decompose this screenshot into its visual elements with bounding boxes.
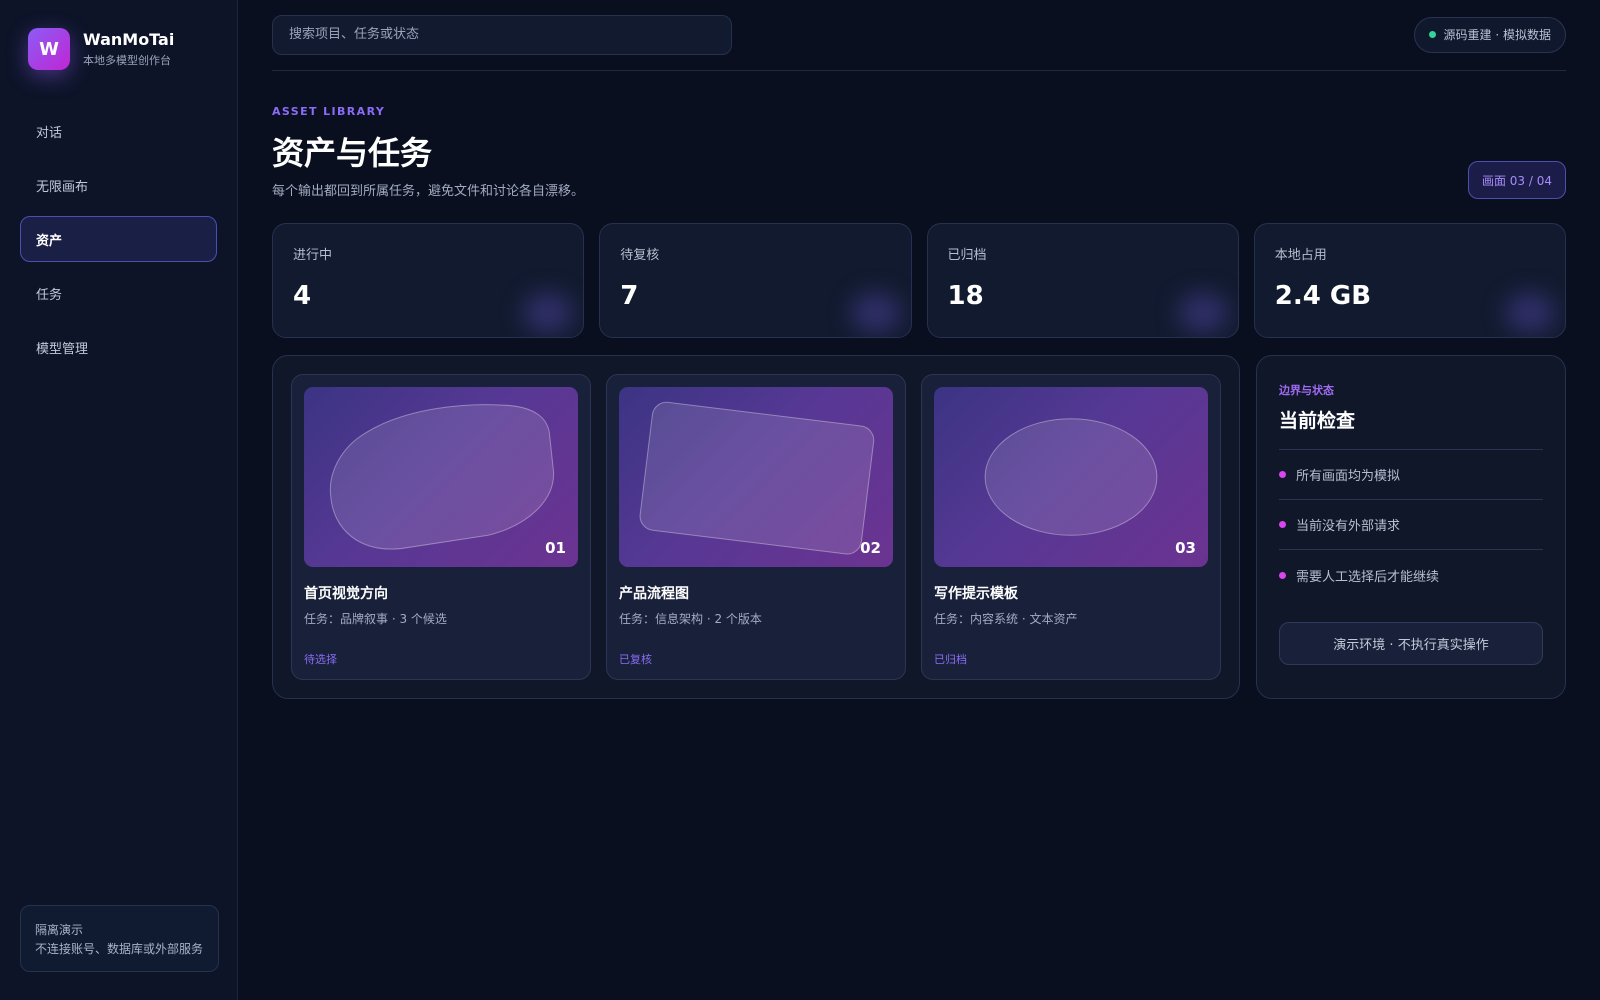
stat-card-local-storage: 本地占用 2.4 GB	[1253, 223, 1566, 338]
stats-row: 进行中 4 待复核 7 已归档 18 本地占用 2.4 GB	[272, 223, 1566, 338]
search-input[interactable]	[272, 14, 732, 55]
check-item-text: 当前没有外部请求	[1296, 519, 1401, 534]
asset-title: 写作提示模板	[934, 586, 1018, 602]
stat-card-pending-review: 待复核 7	[599, 223, 912, 338]
asset-number: 03	[1175, 539, 1196, 557]
asset-card[interactable]: 02 产品流程图 任务：信息架构 · 2 个版本 已复核	[606, 374, 906, 680]
asset-status-tag: 待选择	[304, 653, 337, 666]
brand-subtitle: 本地多模型创作台	[83, 54, 171, 67]
asset-title: 产品流程图	[619, 586, 689, 602]
bullet-dot-icon	[1279, 521, 1286, 528]
asset-thumbnail: 02	[619, 387, 893, 567]
brand-text: WanMoTai 本地多模型创作台	[83, 30, 174, 68]
title-block: 资产与任务 每个输出都回到所属任务，避免文件和讨论各自漂移。	[272, 118, 584, 199]
bullet-dot-icon	[1279, 571, 1286, 579]
sidebar-item-label: 对话	[36, 125, 63, 141]
isolation-note-text: 不连接账号、数据库或外部服务	[35, 942, 204, 956]
page-counter: 画面 03 / 04	[1467, 161, 1566, 199]
asset-status-tag: 已复核	[619, 653, 652, 666]
topbar: 源码重建 · 模拟数据	[272, 14, 1566, 71]
status-text: 源码重建 · 模拟数据	[1443, 28, 1551, 42]
check-item-text: 所有画面均为模拟	[1296, 469, 1401, 484]
asset-panel: 01 首页视觉方向 任务：品牌叙事 · 3 个候选 待选择 02 产品流程图 任…	[272, 355, 1240, 699]
status-dot-icon	[1428, 31, 1436, 38]
asset-number: 02	[860, 539, 881, 557]
sidebar-item-models[interactable]: 模型管理	[20, 324, 217, 370]
isolation-note: 隔离演示 不连接账号、数据库或外部服务	[20, 905, 219, 972]
main-content: 源码重建 · 模拟数据 ASSET LIBRARY 资产与任务 每个输出都回到所…	[238, 0, 1600, 1000]
check-list: 所有画面均为模拟 当前没有外部请求 需要人工选择后才能继续	[1279, 449, 1543, 600]
asset-status-tag: 已归档	[934, 653, 967, 666]
stat-card-in-progress: 进行中 4	[272, 223, 585, 338]
asset-card[interactable]: 01 首页视觉方向 任务：品牌叙事 · 3 个候选 待选择	[291, 374, 591, 680]
check-eyebrow: 边界与状态	[1279, 384, 1334, 397]
asset-number: 01	[545, 539, 566, 557]
list-item: 当前没有外部请求	[1279, 500, 1543, 550]
page-title: 资产与任务	[272, 134, 433, 172]
stat-value: 7	[620, 281, 639, 311]
list-item: 所有画面均为模拟	[1279, 450, 1543, 500]
check-panel: 边界与状态 当前检查 所有画面均为模拟 当前没有外部请求 需要人工选择后才能继续	[1256, 355, 1566, 699]
stat-glow	[1177, 293, 1228, 333]
sidebar-item-assets[interactable]: 资产	[20, 216, 217, 262]
stat-value: 18	[947, 281, 984, 311]
page-eyebrow: ASSET LIBRARY	[272, 105, 386, 118]
sidebar-item-canvas[interactable]: 无限画布	[20, 162, 217, 208]
stat-card-archived: 已归档 18	[926, 223, 1239, 338]
sidebar-item-label: 任务	[36, 287, 63, 303]
bullet-dot-icon	[1279, 471, 1286, 478]
brand-logo-icon: W	[28, 28, 70, 70]
blob-shape-icon	[329, 404, 554, 550]
brand-name: WanMoTai	[83, 30, 175, 49]
stat-value: 2.4 GB	[1274, 281, 1372, 311]
rect-shape-icon	[639, 401, 875, 555]
brand: W WanMoTai 本地多模型创作台	[28, 28, 217, 70]
asset-thumbnail: 03	[934, 387, 1208, 567]
asset-thumbnail: 01	[304, 387, 578, 567]
check-item-text: 需要人工选择后才能继续	[1296, 569, 1440, 585]
demo-environment-button[interactable]: 演示环境 · 不执行真实操作	[1279, 622, 1543, 665]
asset-title: 首页视觉方向	[304, 586, 388, 602]
stat-glow	[1505, 293, 1555, 333]
stat-glow	[850, 293, 901, 333]
app-root: W WanMoTai 本地多模型创作台 对话 无限画布 资产 任务 模型管理 隔…	[0, 0, 1600, 1000]
stat-label: 待复核	[620, 248, 660, 263]
stat-glow	[523, 293, 574, 333]
page-subtitle: 每个输出都回到所属任务，避免文件和讨论各自漂移。	[272, 184, 585, 199]
isolation-note-title: 隔离演示	[35, 923, 84, 937]
content-row: 01 首页视觉方向 任务：品牌叙事 · 3 个候选 待选择 02 产品流程图 任…	[272, 355, 1566, 699]
sidebar-item-label: 模型管理	[36, 341, 89, 357]
sidebar-item-chat[interactable]: 对话	[20, 108, 217, 154]
asset-meta: 任务：品牌叙事 · 3 个候选	[304, 612, 447, 626]
sidebar-item-tasks[interactable]: 任务	[20, 270, 217, 316]
list-item: 需要人工选择后才能继续	[1279, 550, 1543, 600]
status-badge: 源码重建 · 模拟数据	[1413, 16, 1566, 53]
asset-meta: 任务：信息架构 · 2 个版本	[619, 612, 762, 626]
title-row: 资产与任务 每个输出都回到所属任务，避免文件和讨论各自漂移。 画面 03 / 0…	[272, 118, 1566, 199]
sidebar-nav: 对话 无限画布 资产 任务 模型管理	[20, 108, 217, 370]
asset-meta: 任务：内容系统 · 文本资产	[934, 612, 1078, 626]
stat-label: 本地占用	[1274, 248, 1327, 263]
sidebar-item-label: 资产	[36, 233, 63, 249]
sidebar-item-label: 无限画布	[36, 179, 89, 195]
stat-label: 已归档	[947, 248, 987, 263]
check-title: 当前检查	[1279, 410, 1356, 432]
ellipse-shape-icon	[984, 418, 1158, 536]
stat-label: 进行中	[293, 248, 333, 263]
stat-value: 4	[293, 281, 312, 311]
sidebar: W WanMoTai 本地多模型创作台 对话 无限画布 资产 任务 模型管理 隔…	[0, 0, 238, 1000]
asset-card[interactable]: 03 写作提示模板 任务：内容系统 · 文本资产 已归档	[921, 374, 1221, 680]
